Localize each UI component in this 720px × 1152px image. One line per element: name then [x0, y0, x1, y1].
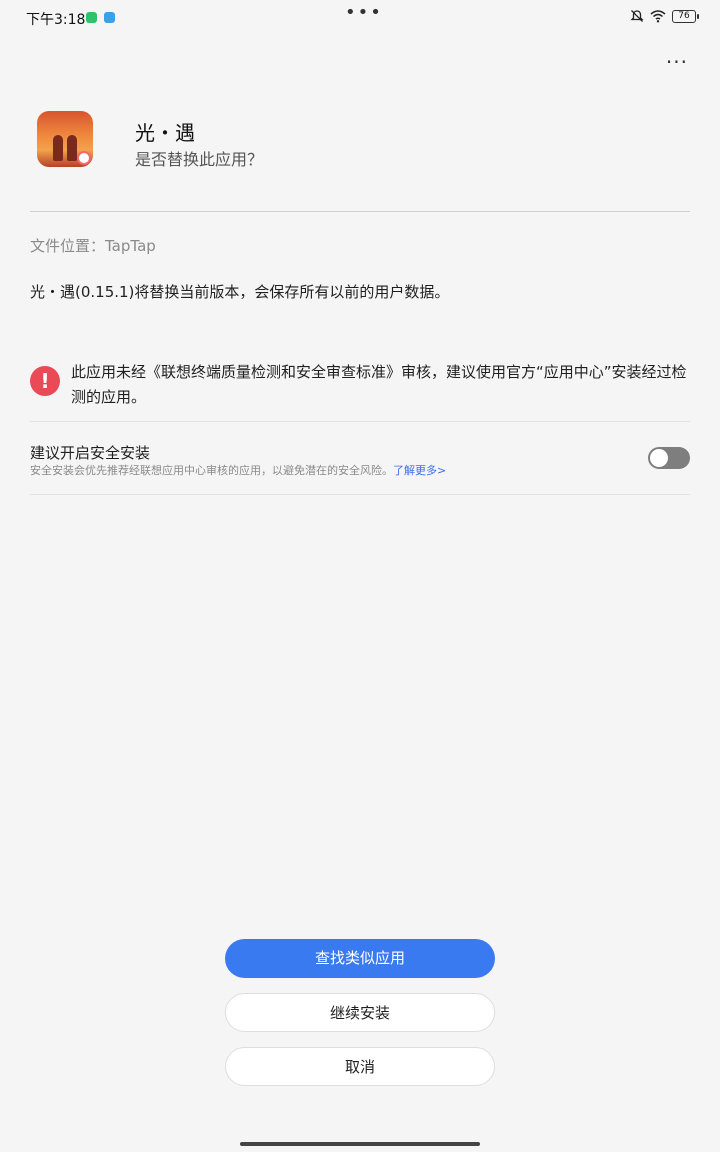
toggle-knob: [650, 449, 668, 467]
divider: [30, 494, 690, 495]
app-icon: [37, 111, 93, 167]
divider: [30, 421, 690, 422]
replace-message: 光・遇(0.15.1)将替换当前版本，会保存所有以前的用户数据。: [30, 283, 450, 301]
safe-install-title: 建议开启安全安装: [30, 444, 151, 462]
find-similar-button[interactable]: 查找类似应用: [225, 939, 495, 978]
status-right: 76: [630, 9, 699, 23]
replace-question: 是否替换此应用？: [135, 150, 264, 169]
multiwindow-dots-icon[interactable]: •••: [345, 2, 383, 23]
continue-install-button[interactable]: 继续安装: [225, 993, 495, 1032]
safe-install-description-text: 安全安装会优先推荐经联想应用中心审核的应用，以避免潜在的安全风险。: [30, 464, 393, 477]
divider: [30, 211, 690, 212]
status-time: 下午3:18: [26, 12, 86, 28]
battery-indicator: 76: [672, 9, 699, 23]
mute-bell-icon: [630, 10, 644, 22]
app-name: 光・遇: [135, 121, 195, 145]
warning-icon: !: [30, 366, 60, 396]
store-badge-icon: [77, 151, 91, 165]
message-icon: [104, 12, 115, 23]
navigation-handle[interactable]: [240, 1142, 480, 1146]
wechat-icon: [86, 12, 97, 23]
safe-install-description: 安全安装会优先推荐经联想应用中心审核的应用，以避免潜在的安全风险。了解更多>: [30, 462, 446, 478]
status-bar: 下午3:18 ••• 76: [0, 0, 720, 36]
safe-install-toggle[interactable]: [648, 447, 690, 469]
more-options-icon[interactable]: ···: [666, 50, 688, 74]
file-location: 文件位置：TapTap: [30, 237, 156, 255]
wifi-icon: [650, 10, 666, 23]
warning-text: 此应用未经《联想终端质量检测和安全审查标准》审核，建议使用官方“应用中心”安装经…: [71, 363, 687, 406]
learn-more-link[interactable]: 了解更多>: [393, 464, 446, 477]
cancel-button[interactable]: 取消: [225, 1047, 495, 1086]
